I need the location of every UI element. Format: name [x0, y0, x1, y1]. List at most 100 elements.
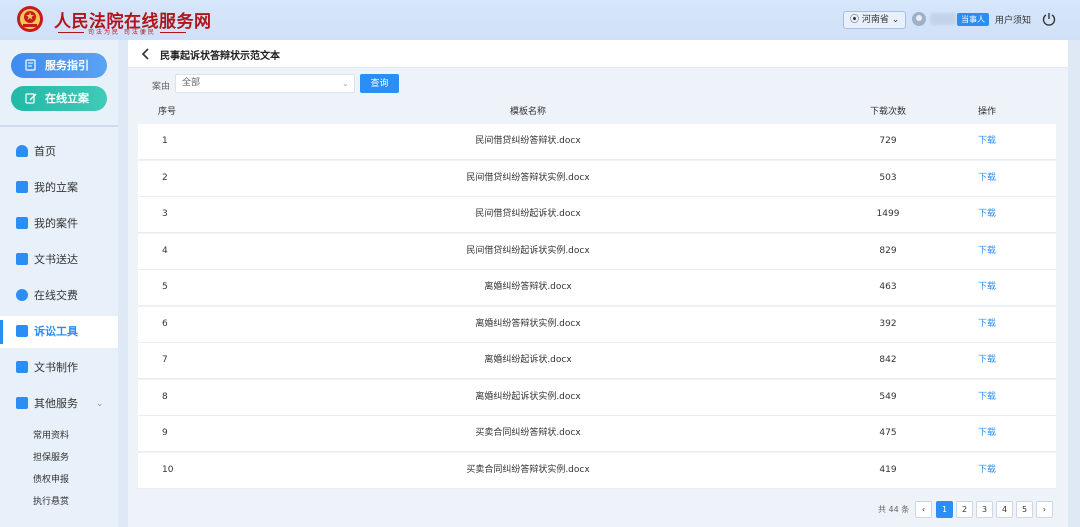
- column-header-download-count: 下载次数: [869, 107, 906, 117]
- table-row: 4 民间借贷纠纷起诉状实例.docx 829 下载: [138, 233, 1056, 270]
- download-count: 419: [879, 464, 897, 475]
- download-count: 392: [879, 318, 897, 329]
- table-row: 3 民间借贷纠纷起诉状.docx 1499 下载: [138, 197, 1056, 233]
- template-name: 民间借贷纠纷起诉状.docx: [475, 209, 581, 219]
- panel-header: 民事起诉状答辩状示范文本: [128, 40, 1068, 68]
- sub-item-enforcement-reward[interactable]: 执行悬赏: [33, 494, 69, 507]
- sub-item-claim-declaration[interactable]: 债权申报: [33, 472, 69, 485]
- main-panel: 民事起诉状答辩状示范文本 案由 全部 ⌄ 查询 序号 模板名称 下载次数 操作 …: [128, 40, 1068, 527]
- row-index: 1: [162, 136, 168, 146]
- page-button-5[interactable]: 5: [1016, 501, 1033, 518]
- table-row: 9 买卖合同纠纷答辩状.docx 475 下载: [138, 416, 1056, 452]
- sidebar-item-document-making[interactable]: 文书制作: [0, 352, 118, 384]
- table-row: 1 民间借贷纠纷答辩状.docx 729 下载: [138, 124, 1056, 160]
- page-button-1[interactable]: 1: [936, 501, 953, 518]
- filing-icon: [16, 181, 28, 193]
- service-guide-button[interactable]: 服务指引: [11, 53, 107, 78]
- region-selector[interactable]: ⦿ 河南省 ⌄: [843, 11, 907, 29]
- row-index: 5: [162, 282, 168, 292]
- page-button-4[interactable]: 4: [996, 501, 1013, 518]
- download-link[interactable]: 下载: [978, 307, 996, 342]
- page-button-2[interactable]: 2: [956, 501, 973, 518]
- table-row: 2 民间借贷纠纷答辩状实例.docx 503 下载: [138, 160, 1056, 197]
- next-page-button[interactable]: ›: [1036, 501, 1053, 518]
- sidebar-item-label: 我的立案: [34, 181, 78, 194]
- case-cause-select[interactable]: 全部 ⌄: [175, 74, 355, 93]
- column-header-template-name: 模板名称: [509, 107, 546, 117]
- user-notice-link[interactable]: 用户须知: [995, 13, 1031, 26]
- download-count: 842: [879, 355, 897, 365]
- power-icon[interactable]: [1042, 11, 1056, 27]
- download-link[interactable]: 下载: [978, 234, 996, 269]
- online-filing-button[interactable]: 在线立案: [11, 86, 107, 111]
- sidebar-item-label: 诉讼工具: [34, 325, 78, 338]
- chevron-down-icon: ⌄: [342, 79, 349, 88]
- download-count: 549: [879, 391, 897, 402]
- row-index: 7: [162, 355, 168, 365]
- download-link[interactable]: 下载: [978, 453, 996, 488]
- download-link[interactable]: 下载: [978, 343, 996, 378]
- court-emblem-icon: [17, 6, 43, 32]
- template-name: 离婚纠纷起诉状实例.docx: [475, 391, 581, 402]
- total-count: 共 44 条: [878, 505, 910, 514]
- row-index: 10: [162, 464, 174, 475]
- template-name: 离婚纠纷答辩状实例.docx: [475, 318, 581, 329]
- site-slogan: 司法为民 司法便民: [54, 27, 190, 36]
- case-folder-icon: [16, 217, 28, 229]
- template-name: 民间借贷纠纷答辩状实例.docx: [466, 172, 590, 183]
- sidebar-item-home[interactable]: 首页: [0, 136, 118, 168]
- table-row: 5 离婚纠纷答辩状.docx 463 下载: [138, 270, 1056, 306]
- download-count: 729: [879, 136, 897, 146]
- sidebar-item-other-services[interactable]: 其他服务 ⌄: [0, 388, 118, 420]
- download-count: 475: [879, 428, 897, 438]
- row-index: 4: [162, 245, 168, 256]
- column-header-index: 序号: [158, 107, 177, 117]
- download-link[interactable]: 下载: [978, 270, 996, 305]
- sidebar-item-label: 我的案件: [34, 217, 78, 230]
- download-link[interactable]: 下载: [978, 124, 996, 159]
- download-count: 829: [879, 245, 897, 256]
- query-button[interactable]: 查询: [360, 74, 399, 93]
- page-button-3[interactable]: 3: [976, 501, 993, 518]
- download-count: 503: [879, 172, 897, 183]
- avatar[interactable]: [912, 12, 926, 26]
- download-link[interactable]: 下载: [978, 380, 996, 415]
- row-index: 8: [162, 391, 168, 402]
- download-link[interactable]: 下载: [978, 161, 996, 196]
- chevron-down-icon: ⌄: [891, 15, 900, 25]
- top-header: 人民法院在线服务网 司法为民 司法便民 ⦿ 河南省 ⌄ 当事人 用户须知: [0, 0, 1080, 40]
- service-guide-label: 服务指引: [45, 59, 89, 72]
- template-name: 离婚纠纷答辩状.docx: [484, 282, 572, 292]
- sidebar-item-online-payment[interactable]: 在线交费: [0, 280, 118, 312]
- column-header-operation: 操作: [978, 107, 997, 117]
- table-row: 6 离婚纠纷答辩状实例.docx 392 下载: [138, 306, 1056, 343]
- monitor-icon: [16, 253, 28, 265]
- sub-item-common-materials[interactable]: 常用资料: [33, 428, 69, 441]
- download-count: 463: [879, 282, 897, 292]
- role-badge: 当事人: [957, 13, 989, 26]
- payment-icon: [16, 289, 28, 301]
- sub-item-guarantee-service[interactable]: 担保服务: [33, 450, 69, 463]
- download-link[interactable]: 下载: [978, 416, 996, 451]
- document-icon: [16, 361, 28, 373]
- back-arrow-icon[interactable]: [141, 47, 151, 61]
- sidebar-item-my-filings[interactable]: 我的立案: [0, 172, 118, 204]
- row-index: 6: [162, 318, 168, 329]
- table-row: 7 离婚纠纷起诉状.docx 842 下载: [138, 343, 1056, 379]
- edit-icon: [25, 93, 37, 104]
- template-name: 离婚纠纷起诉状.docx: [484, 355, 572, 365]
- prev-page-button[interactable]: ‹: [915, 501, 932, 518]
- chevron-down-icon: ⌄: [96, 399, 104, 409]
- sidebar-item-litigation-tools[interactable]: 诉讼工具: [0, 316, 118, 348]
- download-link[interactable]: 下载: [978, 197, 996, 232]
- sidebar-item-document-delivery[interactable]: 文书送达: [0, 244, 118, 276]
- sidebar-item-label: 在线交费: [34, 289, 78, 302]
- online-filing-label: 在线立案: [45, 92, 89, 105]
- sidebar-divider: [0, 125, 118, 127]
- page-title: 民事起诉状答辩状示范文本: [160, 51, 280, 62]
- sidebar-item-label: 文书制作: [34, 361, 78, 374]
- template-name: 民间借贷纠纷答辩状.docx: [475, 136, 581, 146]
- sidebar-item-my-cases[interactable]: 我的案件: [0, 208, 118, 240]
- apps-icon: [16, 397, 28, 409]
- user-name-redacted: [930, 13, 956, 25]
